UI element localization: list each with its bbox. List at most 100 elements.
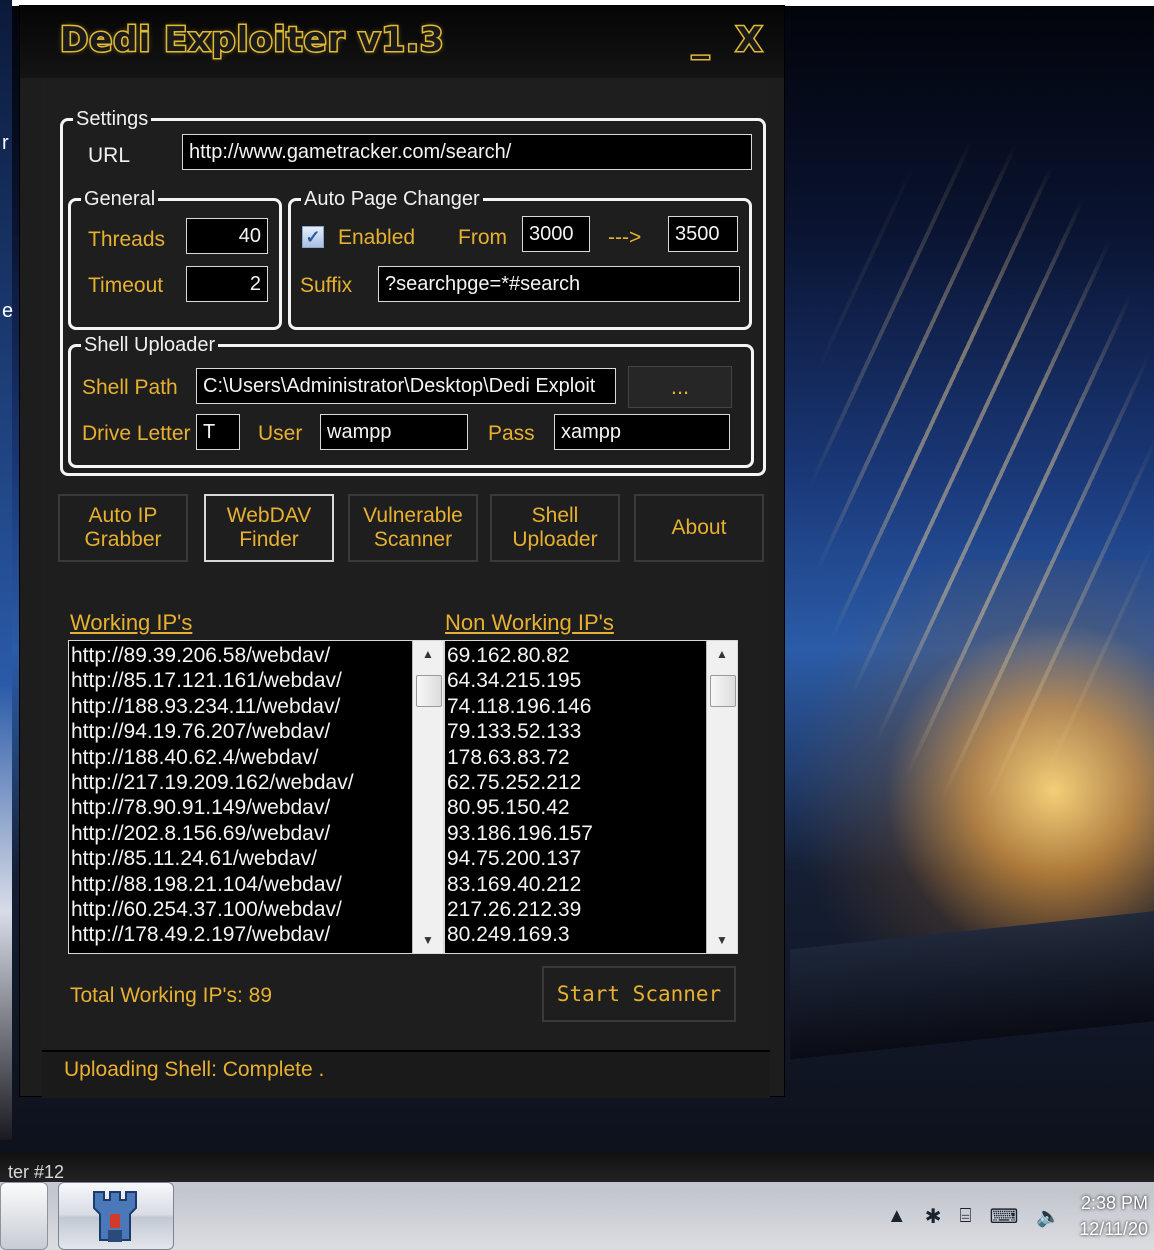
title-bar[interactable]: Dedi Exploiter v1.3 _ X bbox=[20, 6, 784, 78]
taskbar-preview-strip bbox=[0, 1152, 1154, 1182]
list-item[interactable]: http://178.49.2.197/webdav/ bbox=[69, 922, 354, 947]
scroll-down-icon[interactable]: ▼ bbox=[707, 933, 737, 947]
auto-page-legend: Auto Page Changer bbox=[301, 187, 483, 211]
list-item[interactable]: http://88.198.21.104/webdav/ bbox=[69, 872, 354, 897]
list-item[interactable]: 94.75.200.137 bbox=[445, 846, 593, 871]
volume-icon[interactable]: 🔈 bbox=[1036, 1204, 1061, 1229]
list-item[interactable]: 80.95.150.42 bbox=[445, 795, 593, 820]
enabled-label: Enabled bbox=[338, 226, 416, 249]
to-input[interactable]: 3500 bbox=[668, 216, 738, 252]
list-item[interactable]: 178.63.83.72 bbox=[445, 745, 593, 770]
clock-date: 12/11/20 bbox=[1079, 1219, 1148, 1239]
scroll-thumb[interactable] bbox=[710, 675, 736, 707]
tab-webdav-finder[interactable]: WebDAV Finder bbox=[204, 494, 334, 562]
app-window: Dedi Exploiter v1.3 _ X Settings URL htt… bbox=[20, 6, 784, 1098]
tab-label: Vulnerable bbox=[363, 504, 463, 527]
url-input[interactable]: http://www.gametracker.com/search/ bbox=[182, 134, 752, 170]
tab-label: Grabber bbox=[84, 528, 162, 551]
nonworking-scrollbar[interactable]: ▲ ▼ bbox=[706, 641, 737, 953]
scroll-thumb[interactable] bbox=[416, 675, 442, 707]
working-scrollbar[interactable]: ▲ ▼ bbox=[412, 641, 443, 953]
minimize-button[interactable]: _ bbox=[691, 19, 711, 62]
threads-label: Threads bbox=[88, 228, 166, 251]
browse-button[interactable]: ... bbox=[628, 366, 732, 408]
list-item[interactable]: 62.75.252.212 bbox=[445, 770, 593, 795]
range-arrow: ---> bbox=[608, 226, 642, 249]
list-item[interactable]: http://202.8.156.69/webdav/ bbox=[69, 821, 354, 846]
tab-about[interactable]: About bbox=[634, 494, 764, 562]
start-scanner-button[interactable]: Start Scanner bbox=[542, 966, 736, 1022]
list-item[interactable]: 74.118.196.146 bbox=[445, 694, 593, 719]
nonworking-ips-list[interactable]: 69.162.80.82 64.34.215.195 74.118.196.146 7… bbox=[444, 640, 738, 954]
list-item[interactable]: http://188.93.234.11/webdav/ bbox=[69, 694, 354, 719]
drive-letter-input[interactable]: T bbox=[196, 414, 240, 450]
shell-path-input[interactable]: C:\Users\Administrator\Desktop\Dedi Expl… bbox=[196, 368, 616, 404]
castle-app-icon bbox=[93, 1191, 137, 1242]
scroll-up-icon[interactable]: ▲ bbox=[413, 647, 443, 661]
list-item[interactable]: 80.249.169.3 bbox=[445, 922, 593, 947]
list-item[interactable]: 64.34.215.195 bbox=[445, 668, 593, 693]
pass-label: Pass bbox=[488, 422, 535, 445]
working-ips-list[interactable]: http://89.39.206.58/webdav/http://85.17.… bbox=[68, 640, 444, 954]
scroll-up-icon[interactable]: ▲ bbox=[707, 647, 737, 661]
timeout-input[interactable]: 2 bbox=[186, 266, 268, 302]
url-label: URL bbox=[88, 144, 131, 167]
total-working-count: Total Working IP's: 89 bbox=[70, 984, 273, 1007]
tab-vulnerable-scanner[interactable]: Vulnerable Scanner bbox=[348, 494, 478, 562]
desktop-edge-text: e bbox=[2, 300, 14, 322]
power-icon[interactable]: ⌸ bbox=[959, 1205, 971, 1228]
network-icon[interactable]: ⌨ bbox=[989, 1204, 1018, 1229]
taskbar-preview-label: ter #12 bbox=[8, 1162, 65, 1182]
timeout-label: Timeout bbox=[88, 274, 164, 297]
list-item[interactable]: http://89.39.206.58/webdav/ bbox=[69, 643, 354, 668]
scroll-down-icon[interactable]: ▼ bbox=[413, 933, 443, 947]
close-button[interactable]: X bbox=[734, 19, 763, 62]
tab-label: Finder bbox=[239, 528, 299, 551]
list-item[interactable]: http://78.90.91.149/webdav/ bbox=[69, 795, 354, 820]
list-item[interactable]: http://60.254.37.100/webdav/ bbox=[69, 897, 354, 922]
shell-uploader-legend: Shell Uploader bbox=[81, 333, 219, 357]
tab-label: About bbox=[671, 516, 727, 539]
show-hidden-icons-icon[interactable]: ▲ bbox=[887, 1205, 907, 1228]
from-label: From bbox=[458, 226, 507, 249]
desktop-edge-text: r bbox=[2, 132, 9, 154]
window-title: Dedi Exploiter v1.3 bbox=[59, 19, 446, 62]
clock-time: 2:38 PM bbox=[1080, 1193, 1148, 1213]
list-item[interactable]: http://94.19.76.207/webdav/ bbox=[69, 719, 354, 744]
list-item[interactable]: 217.26.212.39 bbox=[445, 897, 593, 922]
general-legend: General bbox=[81, 187, 159, 211]
desktop-wallpaper-bridge bbox=[770, 70, 1154, 970]
list-item[interactable]: http://217.19.209.162/webdav/ bbox=[69, 770, 354, 795]
clock[interactable]: 2:38 PM 12/11/20 bbox=[1079, 1190, 1148, 1242]
tab-shell-uploader[interactable]: Shell Uploader bbox=[490, 494, 620, 562]
tab-label: Auto IP bbox=[88, 504, 158, 527]
suffix-input[interactable]: ?searchpge=*#search bbox=[378, 266, 740, 302]
list-item[interactable]: 69.162.80.82 bbox=[445, 643, 593, 668]
list-item[interactable]: 93.186.196.157 bbox=[445, 821, 593, 846]
enabled-checkbox[interactable]: ✓ bbox=[302, 226, 324, 248]
suffix-label: Suffix bbox=[300, 274, 353, 297]
list-item[interactable]: http://85.11.24.61/webdav/ bbox=[69, 846, 354, 871]
pass-input[interactable]: xampp bbox=[554, 414, 730, 450]
start-orb-button[interactable] bbox=[0, 1182, 48, 1250]
tab-label: Shell bbox=[531, 504, 579, 527]
from-input[interactable]: 3000 bbox=[522, 216, 590, 252]
status-text: Uploading Shell: Complete . bbox=[64, 1058, 325, 1081]
threads-input[interactable]: 40 bbox=[186, 218, 268, 254]
working-ips-title: Working IP's bbox=[70, 610, 193, 635]
drive-letter-label: Drive Letter bbox=[82, 422, 191, 445]
user-input[interactable]: wampp bbox=[320, 414, 468, 450]
system-tray: ▲ ✱ ⌸ ⌨ 🔈 2:38 PM 12/11/20 bbox=[887, 1186, 1154, 1246]
tab-label: Scanner bbox=[373, 528, 453, 551]
settings-legend: Settings bbox=[73, 107, 152, 131]
shell-path-label: Shell Path bbox=[82, 376, 178, 399]
list-item[interactable]: 79.133.52.133 bbox=[445, 719, 593, 744]
list-item[interactable]: 83.169.40.212 bbox=[445, 872, 593, 897]
list-item[interactable]: http://188.40.62.4/webdav/ bbox=[69, 745, 354, 770]
tab-auto-ip-grabber[interactable]: Auto IP Grabber bbox=[58, 494, 188, 562]
tab-label: WebDAV bbox=[226, 504, 312, 527]
network-app-icon[interactable]: ✱ bbox=[925, 1204, 942, 1229]
desktop-left-edge bbox=[0, 0, 12, 1140]
list-item[interactable]: http://85.17.121.161/webdav/ bbox=[69, 668, 354, 693]
user-label: User bbox=[258, 422, 303, 445]
